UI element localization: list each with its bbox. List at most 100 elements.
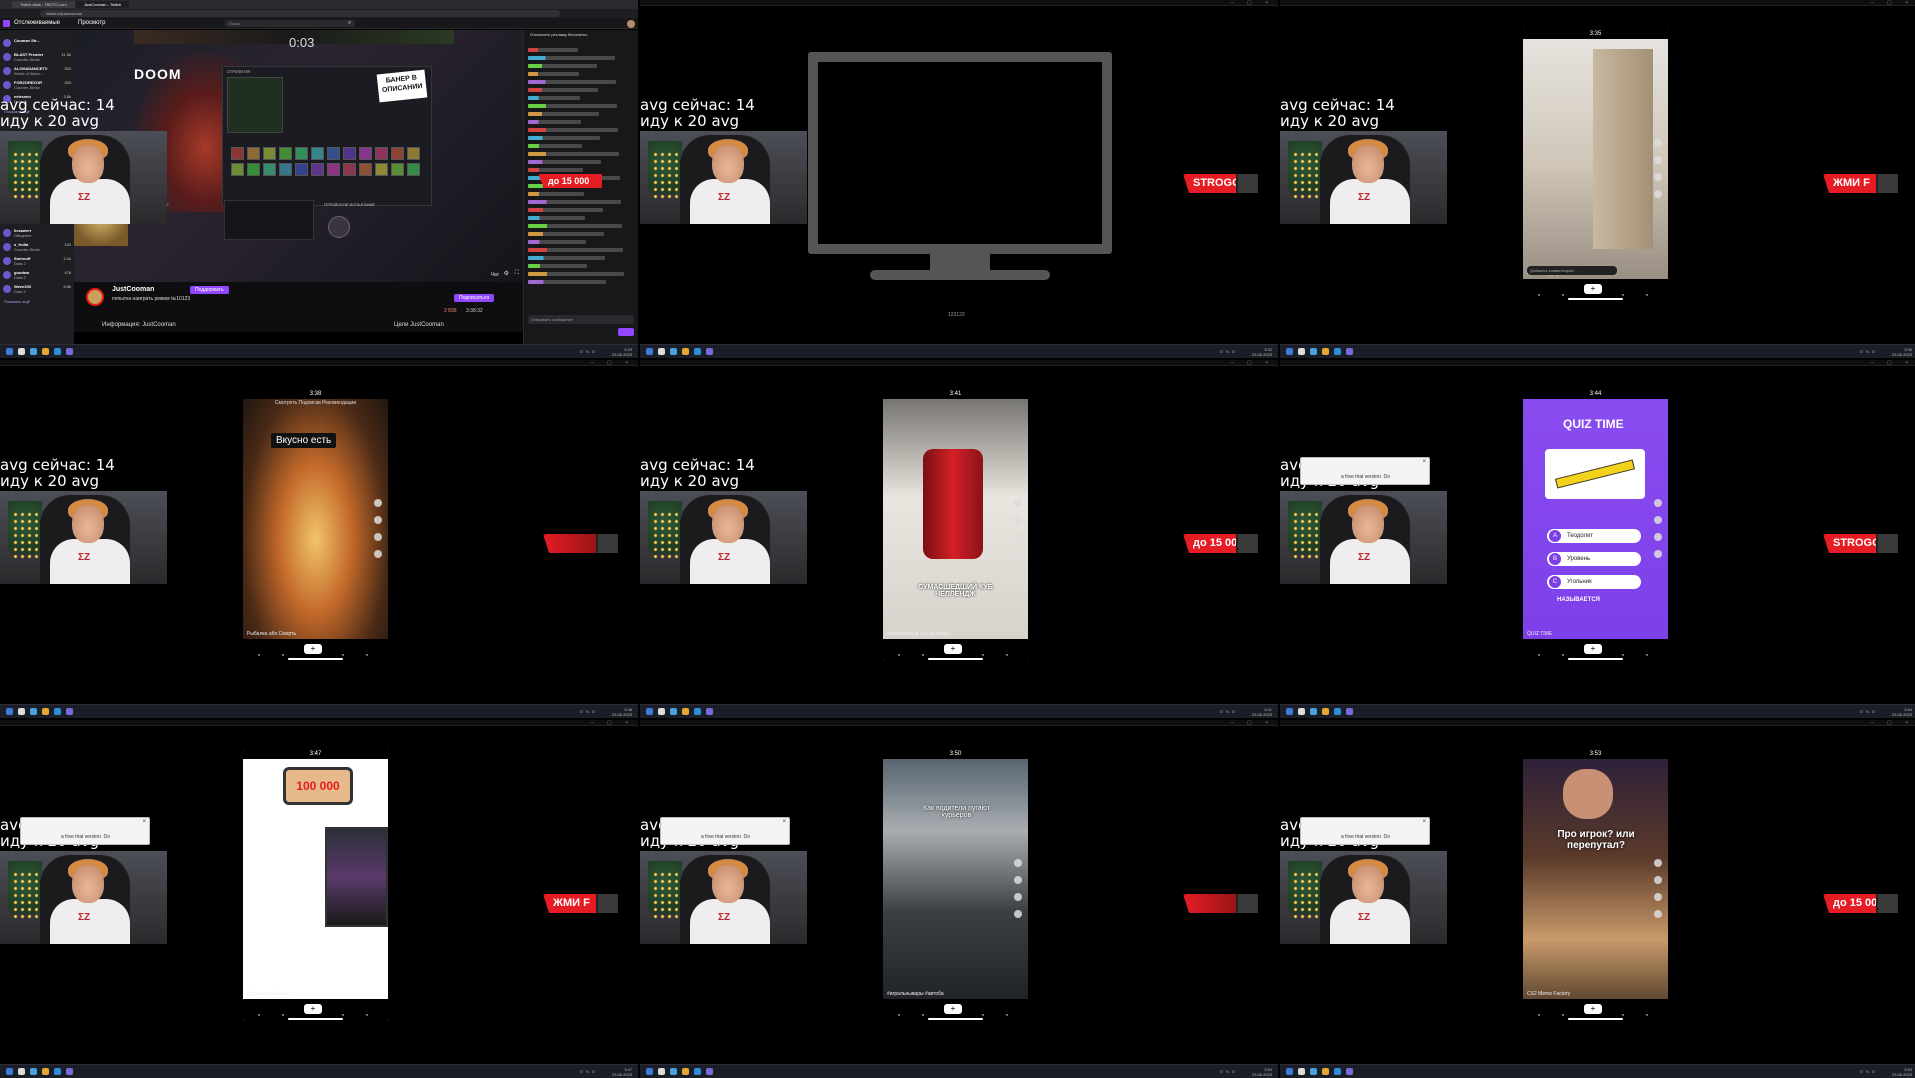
home-icon[interactable]: ●: [247, 652, 271, 657]
search-icon[interactable]: [1298, 708, 1305, 715]
search-icon[interactable]: [658, 708, 665, 715]
bookmark-icon[interactable]: [374, 533, 382, 541]
chrome-icon[interactable]: [682, 348, 689, 355]
item-icon[interactable]: [263, 163, 276, 176]
search-icon[interactable]: [18, 1068, 25, 1075]
sidebar-channel[interactable]: Smirnoff Dota 2 2.1k: [0, 256, 74, 268]
app-icon[interactable]: [694, 708, 701, 715]
start-icon[interactable]: [646, 708, 653, 715]
tray-language[interactable]: ENG: [580, 349, 598, 354]
sidebar-channel[interactable]: s_frolla Counter-Strike 132: [0, 242, 74, 254]
item-icon[interactable]: [279, 147, 292, 160]
friends-icon[interactable]: ●: [271, 1012, 295, 1017]
home-icon[interactable]: ●: [887, 1012, 911, 1017]
app-icon[interactable]: [706, 348, 713, 355]
close-icon[interactable]: ×: [782, 819, 786, 825]
telegram-icon[interactable]: [1310, 708, 1317, 715]
app-icon[interactable]: [706, 708, 713, 715]
item-icon[interactable]: [279, 163, 292, 176]
sidebar-channel[interactable]: ALOHADANCETV World of Warcr... 333: [0, 66, 74, 78]
like-icon[interactable]: [1654, 499, 1662, 507]
home-icon[interactable]: ●: [1527, 652, 1551, 657]
start-icon[interactable]: [1286, 348, 1293, 355]
inbox-icon[interactable]: ●: [1611, 292, 1635, 297]
bookmark-icon[interactable]: [1014, 533, 1022, 541]
subscribe-button[interactable]: Подписаться: [454, 294, 494, 302]
item-icon[interactable]: [327, 147, 340, 160]
item-icon[interactable]: [407, 163, 420, 176]
quiz-answer[interactable]: C Угольник: [1547, 575, 1641, 589]
tray-language[interactable]: ENG: [1860, 349, 1878, 354]
friends-icon[interactable]: ●: [271, 652, 295, 657]
sidebar-channel[interactable]: goodwo Dota 2 478: [0, 270, 74, 282]
bookmark-icon[interactable]: [1014, 893, 1022, 901]
friends-icon[interactable]: ●: [911, 1012, 935, 1017]
item-icon[interactable]: [359, 147, 372, 160]
inbox-icon[interactable]: ●: [331, 1012, 355, 1017]
window-controls[interactable]: – ▢ ×: [1231, 0, 1274, 6]
chat-send-button[interactable]: [618, 328, 634, 336]
search-icon[interactable]: [18, 708, 25, 715]
item-icon[interactable]: [359, 163, 372, 176]
item-icon[interactable]: [375, 163, 388, 176]
start-icon[interactable]: [1286, 1068, 1293, 1075]
comment-icon[interactable]: [1014, 516, 1022, 524]
share-icon[interactable]: [1654, 550, 1662, 558]
bookmark-icon[interactable]: [1654, 893, 1662, 901]
sidebar-channel[interactable]: FORZOREZOR Counter-Strike 283: [0, 80, 74, 92]
comment-icon[interactable]: [1654, 156, 1662, 164]
app-icon[interactable]: [54, 348, 61, 355]
taskbar-clock[interactable]: 3:29 23.06.2025: [612, 347, 632, 357]
window-controls[interactable]: – ▢ ×: [591, 360, 634, 366]
friends-icon[interactable]: ●: [1551, 652, 1575, 657]
twitch-logo-icon[interactable]: [3, 20, 10, 27]
search-input[interactable]: Поиск: [225, 20, 355, 27]
window-controls[interactable]: – ▢ ×: [1231, 720, 1274, 726]
settings-icon[interactable]: ⚙: [504, 270, 509, 277]
window-controls[interactable]: – ▢ ×: [1871, 0, 1914, 6]
window-controls[interactable]: – ▢ ×: [1871, 360, 1914, 366]
share-icon[interactable]: [1654, 190, 1662, 198]
telegram-icon[interactable]: [670, 348, 677, 355]
telegram-icon[interactable]: [30, 1068, 37, 1075]
sidebar-channel[interactable]: BLAST Premier Counter-Strike 11.5k: [0, 52, 74, 64]
profile-icon[interactable]: ●: [1635, 1012, 1659, 1017]
comment-icon[interactable]: [1654, 516, 1662, 524]
avatar[interactable]: [627, 20, 635, 28]
inbox-icon[interactable]: ●: [1611, 1012, 1635, 1017]
item-icon[interactable]: [231, 147, 244, 160]
sidebar-channel[interactable]: lixsawerr Общение: [0, 228, 74, 240]
trial-popup[interactable]: a free trial version. Do ×: [660, 817, 790, 845]
window-controls[interactable]: – ▢ ×: [1231, 360, 1274, 366]
inbox-icon[interactable]: ●: [971, 1012, 995, 1017]
trial-popup[interactable]: a free trial version. Do ×: [20, 817, 150, 845]
friends-icon[interactable]: ●: [911, 652, 935, 657]
comment-icon[interactable]: [1014, 876, 1022, 884]
item-icon[interactable]: [343, 147, 356, 160]
search-icon[interactable]: [658, 1068, 665, 1075]
taskbar-clock[interactable]: 3:38 23.06.2025: [612, 707, 632, 717]
browser-tab-active[interactable]: JustCooman - Twitch: [76, 1, 130, 8]
friends-icon[interactable]: ●: [1551, 292, 1575, 297]
share-icon[interactable]: [1014, 550, 1022, 558]
share-icon[interactable]: [1654, 910, 1662, 918]
home-icon[interactable]: ●: [1527, 292, 1551, 297]
taskbar-clock[interactable]: 3:32 23.06.2025: [1252, 347, 1272, 357]
profile-icon[interactable]: ●: [1635, 292, 1659, 297]
quiz-answer[interactable]: B Уровень: [1547, 552, 1641, 566]
chrome-icon[interactable]: [42, 348, 49, 355]
taskbar-clock[interactable]: 3:50 23.06.2025: [1252, 1067, 1272, 1077]
chrome-icon[interactable]: [42, 1068, 49, 1075]
create-button[interactable]: +: [944, 644, 962, 654]
streamer-name[interactable]: JustCooman: [112, 286, 154, 293]
app-icon[interactable]: [54, 1068, 61, 1075]
item-icon[interactable]: [231, 163, 244, 176]
search-icon[interactable]: [1298, 348, 1305, 355]
tray-language[interactable]: ENG: [1860, 1069, 1878, 1074]
item-icon[interactable]: [311, 147, 324, 160]
item-icon[interactable]: [247, 147, 260, 160]
chat-header[interactable]: Отключить рекламу бесплатно: [530, 32, 587, 37]
start-icon[interactable]: [6, 708, 13, 715]
item-icon[interactable]: [247, 163, 260, 176]
create-button[interactable]: +: [304, 1004, 322, 1014]
